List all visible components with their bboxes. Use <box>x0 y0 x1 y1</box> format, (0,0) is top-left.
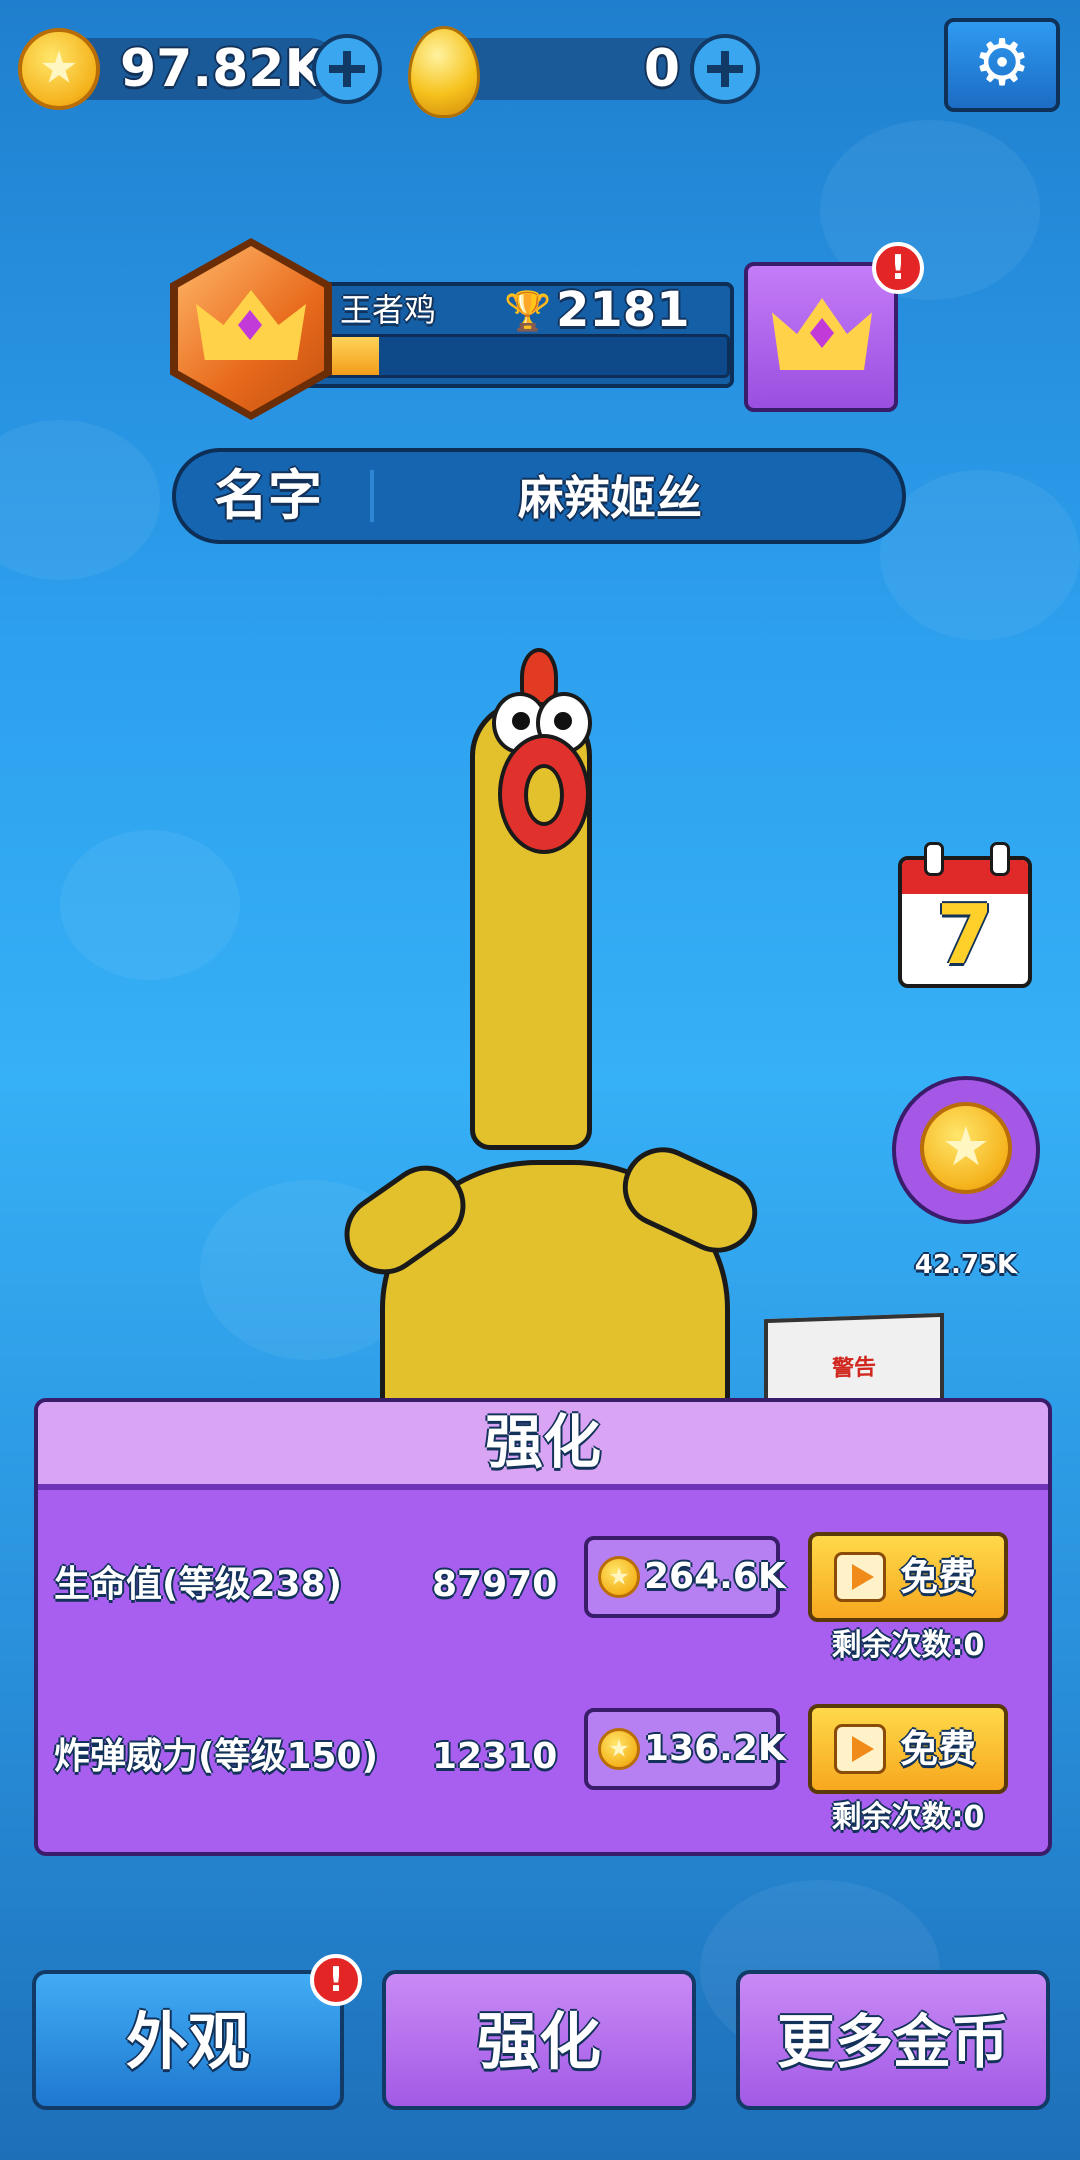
upgrade-row-label: 炸弹威力(等级150) <box>54 1736 379 1777</box>
background-pattern <box>0 420 160 580</box>
upgrade-tab-label: 强化 <box>476 2005 601 2078</box>
gear-icon: ⚙ <box>973 26 1031 101</box>
coin-upgrade-button[interactable]: ★ 136.2K <box>584 1708 786 1790</box>
more-coins-tab-label: 更多金币 <box>776 2008 1009 2076</box>
rank-progress-bar <box>300 334 730 378</box>
trophy-icon: 🏆 <box>504 289 552 333</box>
video-play-icon <box>834 1552 886 1602</box>
upgrade-row-label: 生命值(等级238) <box>54 1564 343 1605</box>
upgrade-cost: 264.6K <box>644 1556 786 1597</box>
calendar-number: 7 <box>936 888 994 983</box>
add-eggs-button[interactable] <box>690 34 760 104</box>
warning-label: 警告 <box>831 1355 876 1382</box>
chicken-beak <box>498 734 590 854</box>
name-value: 麻辣姬丝 <box>518 471 702 525</box>
rank-title: 王者鸡 <box>340 291 437 329</box>
free-upgrade-button[interactable]: 免费 <box>808 1532 1008 1622</box>
coin-icon: ★ <box>920 1102 1012 1194</box>
trophy-count: 2181 <box>556 282 690 338</box>
crown-rewards-button[interactable] <box>744 262 898 412</box>
daily-calendar-button[interactable]: 7 <box>898 856 1032 988</box>
background-pattern <box>880 470 1080 640</box>
free-label: 免费 <box>900 1727 977 1771</box>
free-label: 免费 <box>900 1555 977 1599</box>
coin-reward-value: 42.75K <box>914 1250 1018 1280</box>
upgrade-panel-title: 强化 <box>484 1408 601 1476</box>
coin-balance: 97.82K <box>120 39 325 99</box>
name-divider <box>370 470 374 522</box>
video-play-icon <box>834 1724 886 1774</box>
upgrade-tab-button[interactable]: 强化 <box>382 1970 696 2110</box>
upgrade-cost: 136.2K <box>644 1728 786 1769</box>
golden-egg-icon <box>408 26 480 118</box>
coin-upgrade-button[interactable]: ★ 264.6K <box>584 1536 786 1618</box>
coin-reward-button[interactable]: ★ <box>892 1076 1040 1224</box>
settings-button[interactable]: ⚙ <box>944 18 1060 112</box>
remaining-count: 剩余次数:0 <box>831 1800 985 1835</box>
coin-icon: ★ <box>18 28 100 110</box>
upgrade-row-value: 87970 <box>432 1564 558 1605</box>
appearance-tab-button[interactable]: 外观 <box>32 1970 344 2110</box>
alert-badge: ! <box>310 1954 362 2006</box>
coin-icon: ★ <box>598 1728 640 1770</box>
upgrade-panel-header: 强化 <box>38 1402 1048 1490</box>
add-coins-button[interactable] <box>312 34 382 104</box>
remaining-count: 剩余次数:0 <box>831 1628 985 1663</box>
coin-icon: ★ <box>598 1556 640 1598</box>
egg-balance: 0 <box>643 39 680 99</box>
appearance-tab-label: 外观 <box>125 2005 250 2078</box>
upgrade-panel: 强化 生命值(等级238) 87970 ★ 264.6K 免费 剩余次数:0 炸… <box>34 1398 1052 1856</box>
background-pattern <box>60 830 240 980</box>
more-coins-tab-button[interactable]: 更多金币 <box>736 1970 1050 2110</box>
warning-box-prop: 警告 <box>764 1312 944 1410</box>
free-upgrade-button[interactable]: 免费 <box>808 1704 1008 1794</box>
calendar-ring <box>990 842 1010 876</box>
alert-badge: ! <box>872 242 924 294</box>
calendar-ring <box>924 842 944 876</box>
name-label: 名字 <box>214 464 322 527</box>
upgrade-row-value: 12310 <box>432 1736 558 1777</box>
